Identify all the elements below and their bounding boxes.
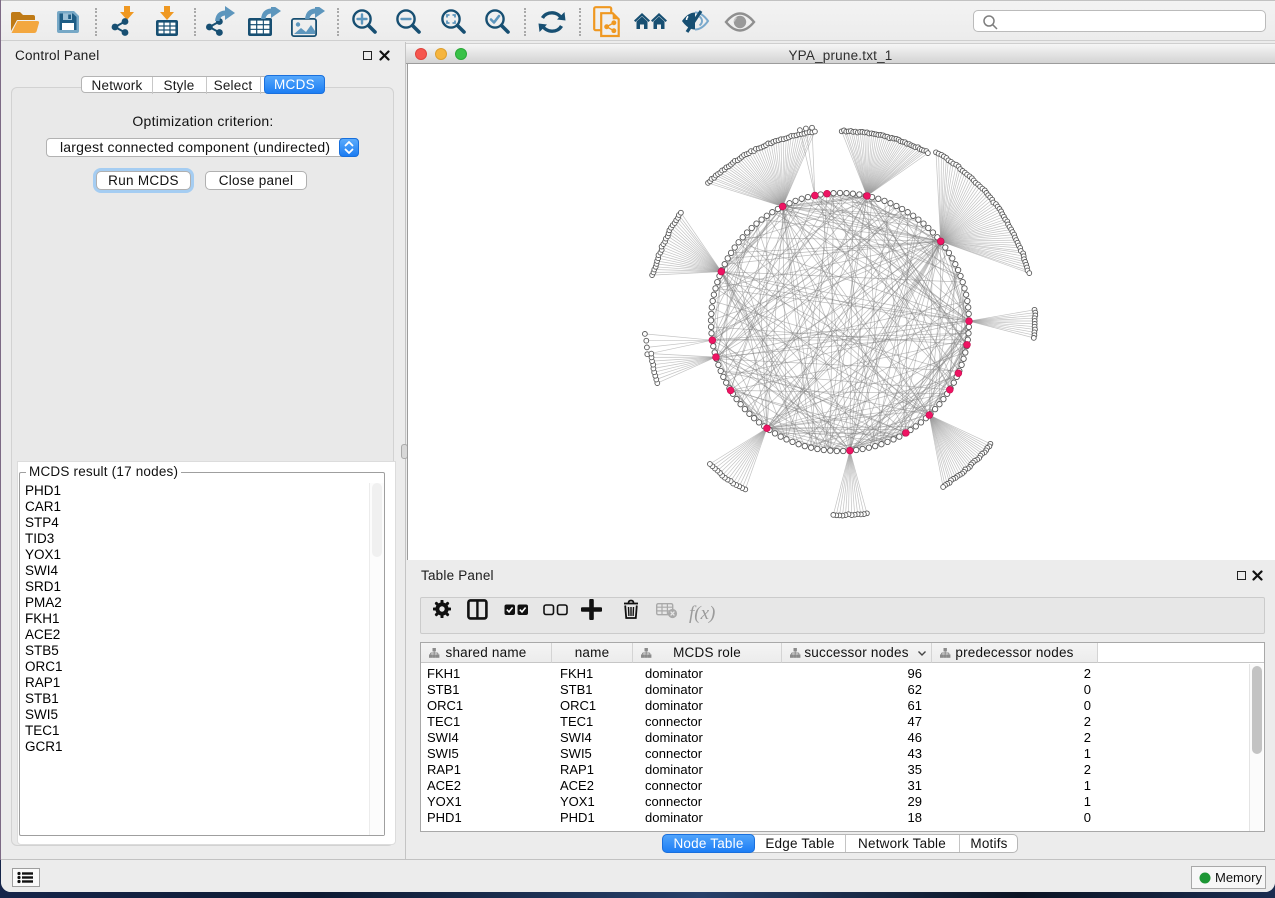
svg-text:Memory: Memory	[1215, 870, 1262, 885]
